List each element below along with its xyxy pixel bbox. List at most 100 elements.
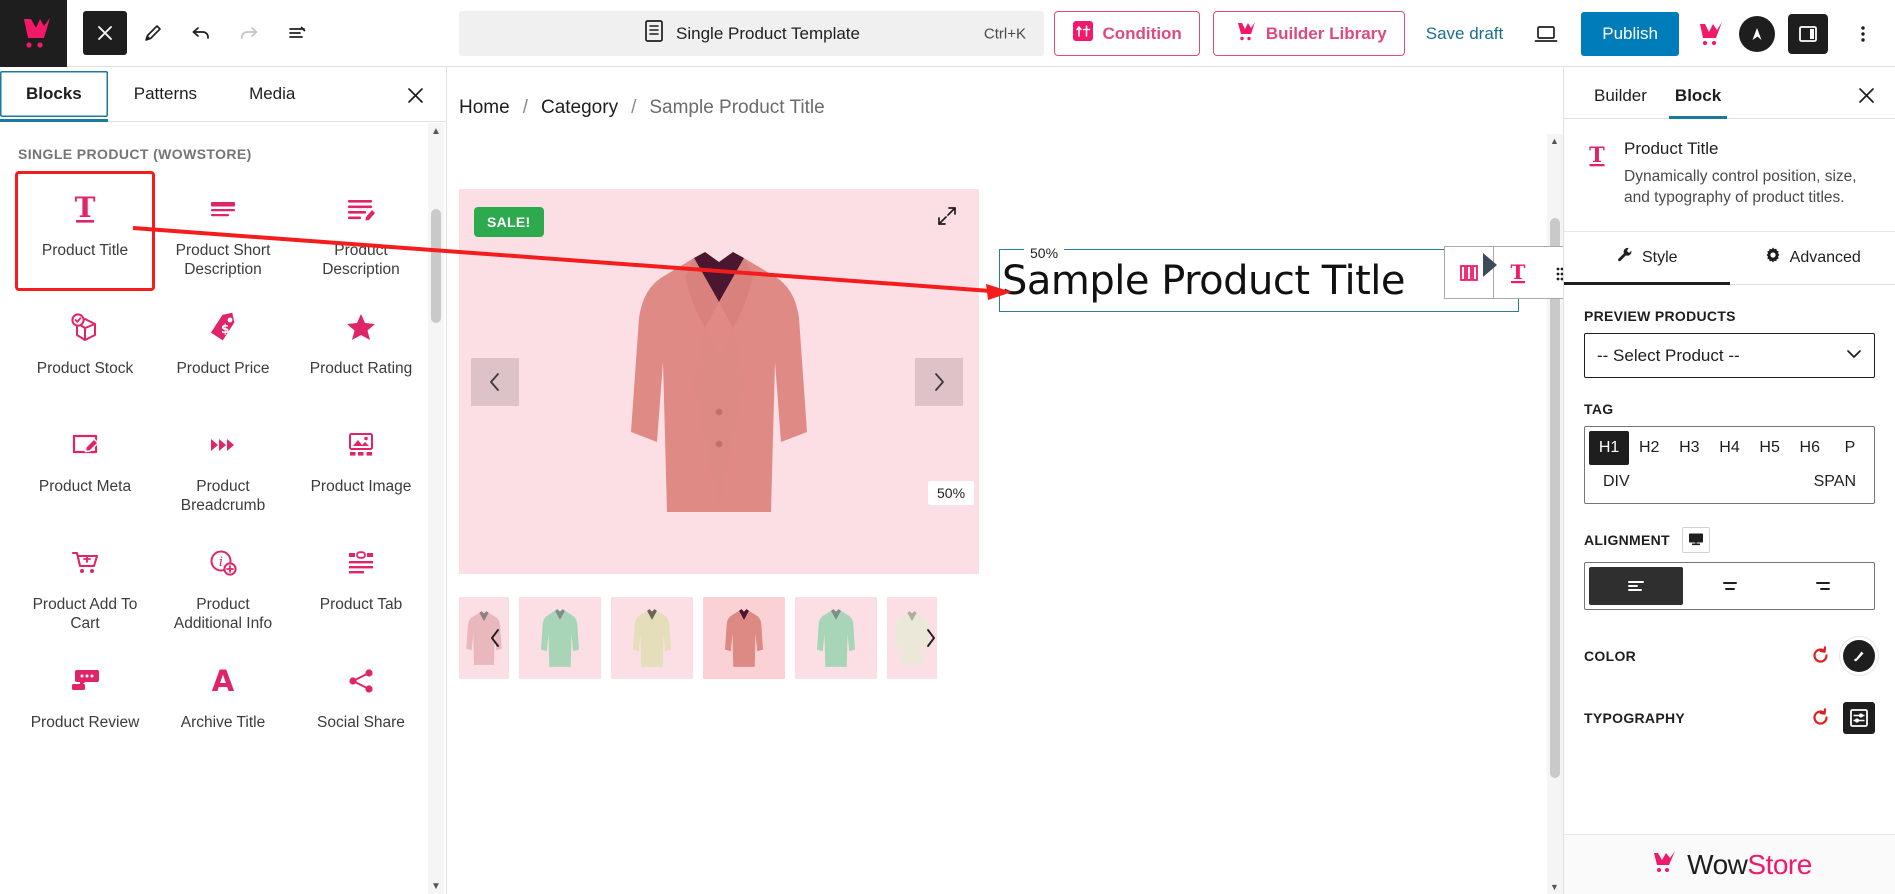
redo-icon[interactable] (227, 11, 271, 55)
product-tab-icon (343, 540, 379, 586)
close-settings-icon[interactable] (1851, 80, 1881, 110)
thumbnail-item[interactable] (795, 597, 877, 679)
tag-option-h1[interactable]: H1 (1589, 430, 1630, 465)
drag-handle-icon[interactable] (1542, 247, 1563, 298)
blocks-grid: T Product Title Product Short Descriptio… (0, 171, 446, 762)
gallery-zoom-pill: 50% (928, 481, 975, 505)
block-info-description: Dynamically control position, size, and … (1624, 168, 1857, 206)
breadcrumb-category[interactable]: Category (541, 97, 618, 119)
product-title-text[interactable]: Sample Product Title (1002, 258, 1406, 304)
wrench-icon (1616, 246, 1634, 269)
thumbnail-item-selected[interactable] (703, 597, 785, 679)
block-item-product-stock[interactable]: Product Stock (16, 290, 154, 408)
block-item-product-review[interactable]: Product Review (16, 644, 154, 762)
tag-option-p[interactable]: P (1830, 431, 1870, 465)
tag-option-span[interactable]: SPAN (1800, 465, 1870, 499)
block-item-social-share[interactable]: Social Share (292, 644, 430, 762)
previous-image-button[interactable] (471, 357, 519, 406)
tab-block[interactable]: Block (1661, 86, 1735, 119)
reset-icon[interactable] (1810, 645, 1831, 666)
block-item-product-short-description[interactable]: Product Short Description (154, 172, 292, 290)
tag-option-h5[interactable]: H5 (1750, 431, 1790, 465)
document-overview-icon[interactable] (275, 11, 319, 55)
edit-pencil-icon[interactable] (131, 11, 175, 55)
block-item-product-meta[interactable]: Product Meta (16, 408, 154, 526)
add-to-cart-icon (67, 540, 103, 586)
block-settings-panel: Builder Block T Product Title Dynamicall… (1563, 67, 1895, 894)
left-panel-scrollbar[interactable]: ▲ ▼ (428, 123, 444, 894)
document-title-chip[interactable]: Single Product Template Ctrl+K (459, 11, 1044, 56)
close-inserter-icon[interactable] (400, 80, 430, 110)
tab-patterns[interactable]: Patterns (108, 67, 223, 122)
block-item-product-rating[interactable]: Product Rating (292, 290, 430, 408)
wowstore-logo-icon[interactable] (1692, 20, 1726, 48)
builder-library-button[interactable]: Builder Library (1212, 11, 1405, 56)
wowstore-cart-logo-icon[interactable] (0, 0, 67, 67)
block-item-archive-title[interactable]: A Archive Title (154, 644, 292, 762)
title-t-icon[interactable]: T (1494, 247, 1542, 298)
svg-text:$: $ (221, 322, 229, 336)
tag-option-h6[interactable]: H6 (1790, 431, 1830, 465)
scrollbar-thumb[interactable] (1550, 218, 1560, 778)
breadcrumb-separator: / (522, 97, 528, 118)
previous-thumbnails-icon[interactable] (481, 618, 509, 658)
scroll-up-icon[interactable]: ▲ (1550, 136, 1559, 146)
block-item-product-description[interactable]: Product Description (292, 172, 430, 290)
tab-advanced[interactable]: Advanced (1730, 232, 1895, 284)
tag-option-div[interactable]: DIV (1589, 465, 1644, 499)
save-draft-button[interactable]: Save draft (1418, 18, 1512, 50)
condition-button[interactable]: Condition (1053, 11, 1200, 56)
block-item-product-image[interactable]: Product Image (292, 408, 430, 526)
desktop-icon[interactable] (1681, 526, 1710, 553)
tab-style[interactable]: Style (1564, 232, 1730, 285)
block-item-product-tab[interactable]: Product Tab (292, 526, 430, 644)
breadcrumb-home[interactable]: Home (459, 97, 510, 119)
expand-image-icon[interactable] (935, 204, 959, 233)
product-title-block[interactable]: Sample Product Title 50% (999, 243, 1519, 312)
tag-option-h3[interactable]: H3 (1669, 431, 1709, 465)
brush-icon[interactable] (1843, 639, 1875, 672)
tab-blocks[interactable]: Blocks (0, 71, 108, 122)
block-item-product-add-to-cart[interactable]: Product Add To Cart (16, 526, 154, 644)
block-label: Product Meta (38, 478, 132, 495)
scroll-down-icon[interactable]: ▼ (428, 878, 444, 894)
preview-products-select[interactable]: -- Select Product -- (1584, 332, 1875, 378)
block-item-product-title[interactable]: T Product Title (15, 171, 155, 291)
block-label: Product Additional Info (173, 596, 273, 632)
align-center-button[interactable] (1683, 567, 1777, 605)
next-image-button[interactable] (915, 357, 963, 406)
tag-option-h2[interactable]: H2 (1629, 431, 1669, 465)
publish-button[interactable]: Publish (1581, 11, 1679, 56)
block-item-product-breadcrumb[interactable]: Product Breadcrumb (154, 408, 292, 526)
advanced-tab-label: Advanced (1789, 248, 1861, 266)
reset-icon[interactable] (1810, 707, 1831, 728)
block-label: Archive Title (180, 714, 266, 731)
tag-option-h4[interactable]: H4 (1709, 431, 1749, 465)
scroll-down-icon[interactable]: ▼ (1550, 882, 1559, 892)
svg-text:T: T (1511, 260, 1526, 284)
tab-builder[interactable]: Builder (1580, 86, 1661, 118)
toggle-settings-sidebar-icon[interactable] (1788, 13, 1828, 54)
scroll-up-icon[interactable]: ▲ (428, 123, 444, 139)
tab-media[interactable]: Media (223, 67, 321, 122)
top-right-actions: Condition Builder Library Save draft Pub… (1053, 0, 1886, 67)
sliders-icon[interactable] (1843, 701, 1875, 734)
thumbnail-item[interactable] (611, 597, 693, 679)
close-editor-button[interactable] (83, 11, 127, 55)
scrollbar-thumb[interactable] (431, 209, 441, 323)
next-thumbnails-icon[interactable] (917, 618, 945, 658)
block-item-product-price[interactable]: $ Product Price (154, 290, 292, 408)
title-t-icon: T (68, 186, 102, 232)
align-left-button[interactable] (1589, 566, 1683, 605)
astra-logo-icon[interactable] (1739, 15, 1775, 52)
thumbnail-item[interactable] (519, 597, 601, 679)
svg-text:A: A (212, 664, 235, 698)
preview-desktop-icon[interactable] (1524, 12, 1568, 56)
block-item-product-additional-info[interactable]: i Product Additional Info (154, 526, 292, 644)
align-right-button[interactable] (1776, 567, 1870, 605)
typography-control-row: TYPOGRAPHY (1584, 701, 1875, 734)
undo-icon[interactable] (179, 11, 223, 55)
more-options-icon[interactable] (1841, 12, 1885, 56)
svg-text:T: T (75, 191, 96, 224)
sale-badge: SALE! (474, 207, 544, 237)
